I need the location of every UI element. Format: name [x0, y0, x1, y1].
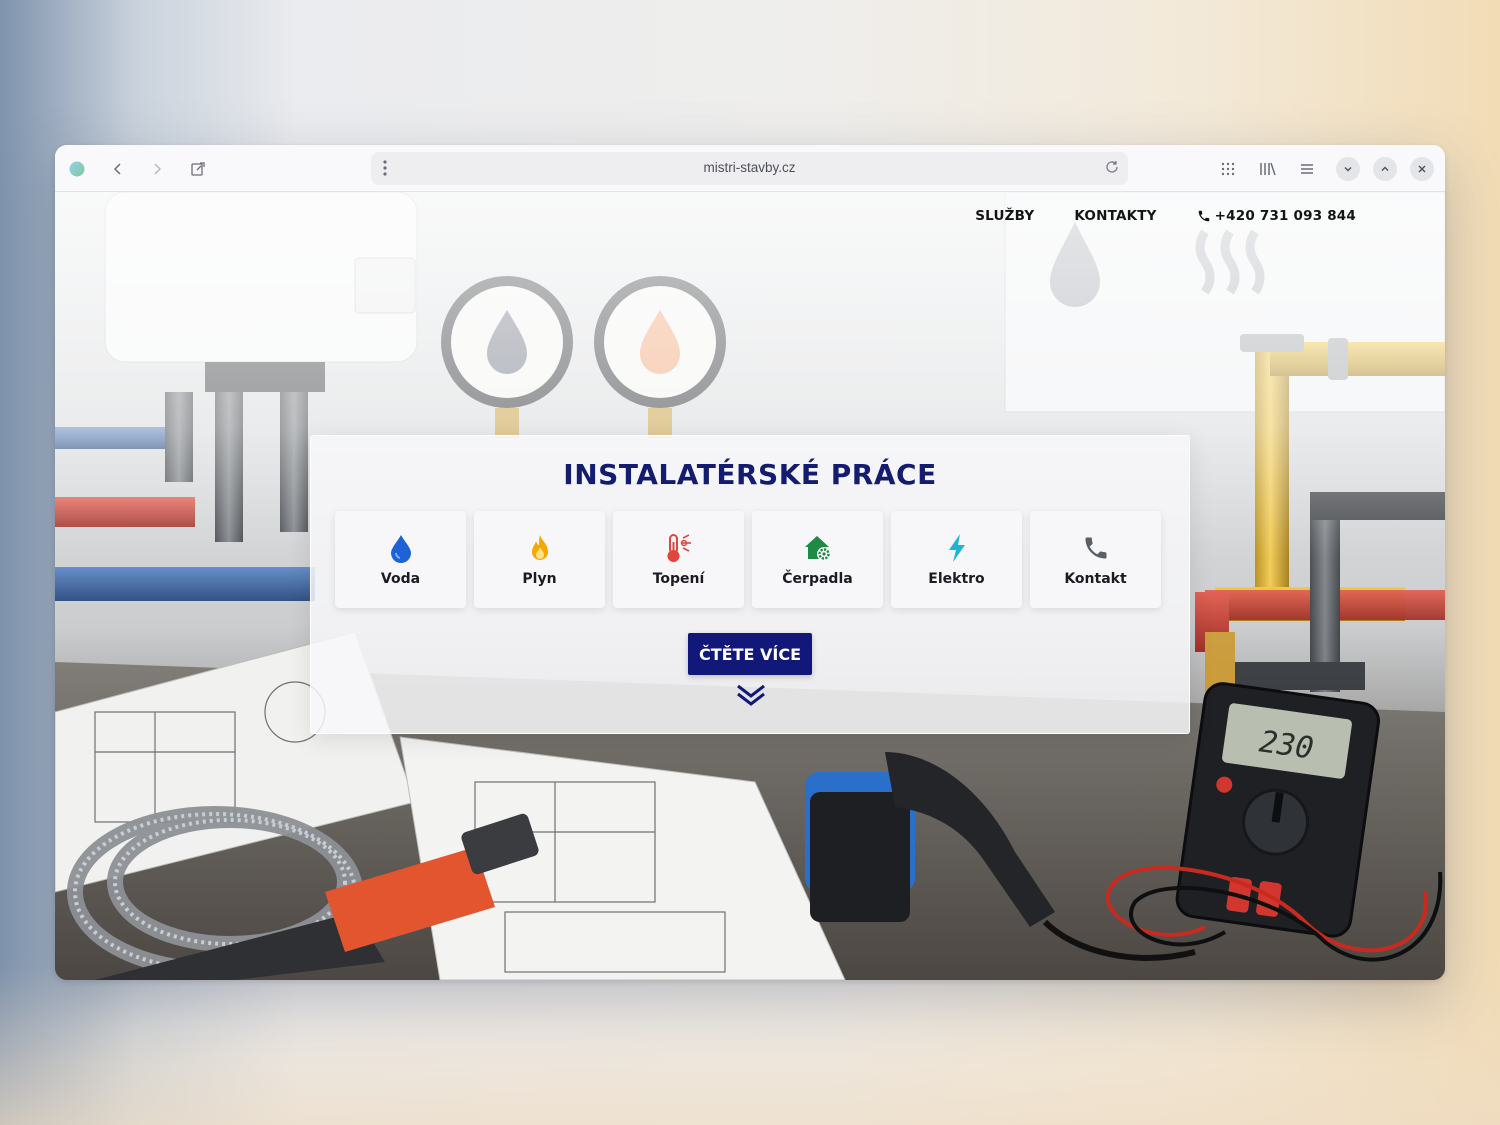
service-card-topeni[interactable]: Topení — [613, 511, 744, 608]
maximize-icon[interactable] — [1373, 157, 1397, 181]
service-label: Kontakt — [1064, 571, 1127, 587]
service-card-cerpadla[interactable]: Čerpadla — [752, 511, 883, 608]
apps-grid-icon[interactable] — [1216, 157, 1240, 181]
browser-toolbar: mistri-stavby.cz — [55, 145, 1445, 192]
url-text[interactable]: mistri-stavby.cz — [371, 160, 1128, 175]
water-drop-icon — [389, 533, 413, 563]
extension-icon[interactable] — [186, 157, 210, 181]
back-icon[interactable] — [106, 157, 130, 181]
service-card-elektro[interactable]: Elektro — [891, 511, 1022, 608]
minimize-icon[interactable] — [1336, 157, 1360, 181]
page-title: INSTALATÉRSKÉ PRÁCE — [563, 458, 937, 491]
nav-item-kontakty[interactable]: KONTAKTY — [1074, 208, 1156, 224]
service-card-plyn[interactable]: Plyn — [474, 511, 605, 608]
flame-icon — [528, 533, 552, 563]
library-icon[interactable] — [1256, 157, 1280, 181]
service-label: Čerpadla — [782, 571, 853, 587]
multimeter-display: 230 — [1257, 724, 1316, 766]
service-card-kontakt[interactable]: Kontakt — [1030, 511, 1161, 608]
service-label: Plyn — [522, 571, 557, 587]
service-label: Elektro — [928, 571, 985, 587]
house-gear-icon — [803, 533, 833, 563]
lightning-icon — [946, 533, 968, 563]
phone-icon — [1082, 533, 1110, 563]
nav-phone-number: +420 731 093 844 — [1214, 208, 1356, 224]
reload-icon[interactable] — [1104, 159, 1120, 179]
main-nav: SLUŽBY KONTAKTY +420 731 093 844 — [975, 208, 1356, 224]
read-more-button[interactable]: ČTĚTE VÍCE — [688, 633, 812, 675]
service-card-voda[interactable]: Voda — [335, 511, 466, 608]
browser-window: mistri-stavby.cz 230 SLUŽBY KONTAKTY +42… — [55, 145, 1445, 980]
nav-phone-link[interactable]: +420 731 093 844 — [1197, 208, 1356, 224]
browser-logo-icon[interactable] — [65, 157, 89, 181]
service-label: Voda — [380, 571, 421, 587]
hero-panel: INSTALATÉRSKÉ PRÁCE Voda Plyn Topení Čer… — [310, 435, 1190, 734]
thermometer-icon — [665, 533, 693, 563]
close-icon[interactable] — [1410, 157, 1434, 181]
service-label: Topení — [652, 571, 705, 587]
forward-icon[interactable] — [145, 157, 169, 181]
scroll-down-chevron-icon[interactable] — [736, 683, 766, 711]
service-cards: Voda Plyn Topení Čerpadla Elektro Kontak… — [335, 511, 1161, 608]
url-bar[interactable]: mistri-stavby.cz — [371, 152, 1128, 185]
phone-icon — [1198, 210, 1209, 222]
nav-item-sluzby[interactable]: SLUŽBY — [975, 208, 1034, 224]
hamburger-menu-icon[interactable] — [1295, 157, 1319, 181]
page-viewport: 230 SLUŽBY KONTAKTY +420 731 093 844 INS… — [55, 192, 1445, 980]
